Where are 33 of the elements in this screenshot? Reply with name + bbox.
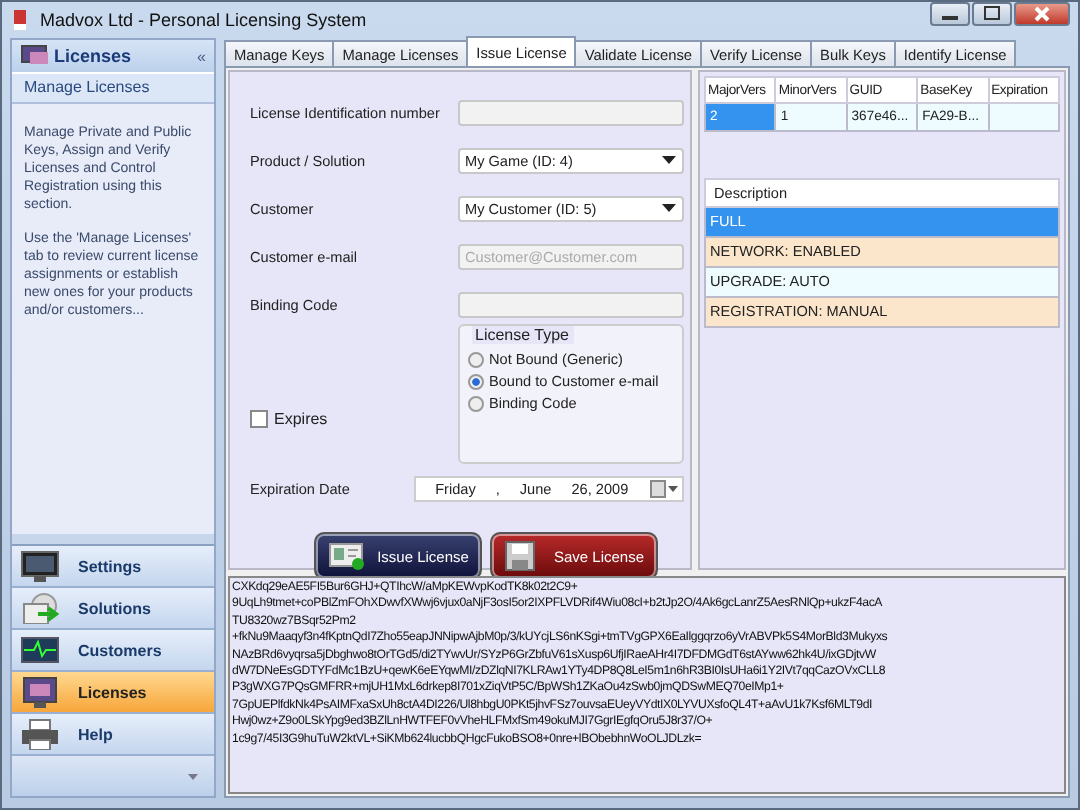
calendar-icon: [650, 479, 678, 497]
sidebar-subtitle: Manage Licenses: [12, 72, 214, 104]
disc-icon: [20, 592, 60, 624]
radio-button[interactable]: [467, 395, 483, 411]
nav-item[interactable]: Licenses: [12, 672, 214, 714]
caret-icon: [188, 773, 198, 779]
id-card-icon: [327, 540, 364, 572]
checkbox[interactable]: [250, 410, 268, 428]
checkbox-label: Expires: [274, 410, 328, 428]
window-title: Madvox Ltd - Personal Licensing System: [40, 10, 369, 30]
monitor-icon: [20, 676, 60, 708]
printer-icon: [20, 718, 60, 750]
maximize-button[interactable]: [972, 2, 1012, 26]
splitter-grip[interactable]: [12, 534, 214, 546]
monitor-icon: [20, 44, 48, 68]
collapse-button[interactable]: «: [197, 47, 206, 65]
maximize-icon: [984, 6, 1000, 22]
radio-button[interactable]: [467, 351, 483, 367]
nav-item[interactable]: Customers: [12, 630, 214, 672]
nav-item[interactable]: Solutions: [12, 588, 214, 630]
minimize-button[interactable]: [930, 2, 970, 26]
group-title: License Type: [471, 326, 573, 344]
close-icon: [1034, 6, 1050, 22]
radio-button[interactable]: [467, 373, 483, 389]
sidebar-title: Licenses: [54, 46, 134, 66]
caret-icon: [662, 156, 676, 164]
app-icon: [10, 8, 30, 32]
monitor-icon: [20, 550, 60, 582]
pulse-monitor-icon: [20, 634, 60, 666]
close-button[interactable]: [1014, 2, 1070, 26]
nav-item[interactable]: Settings: [12, 546, 214, 588]
caret-icon: [662, 204, 676, 212]
nav-item[interactable]: Help: [12, 714, 214, 756]
